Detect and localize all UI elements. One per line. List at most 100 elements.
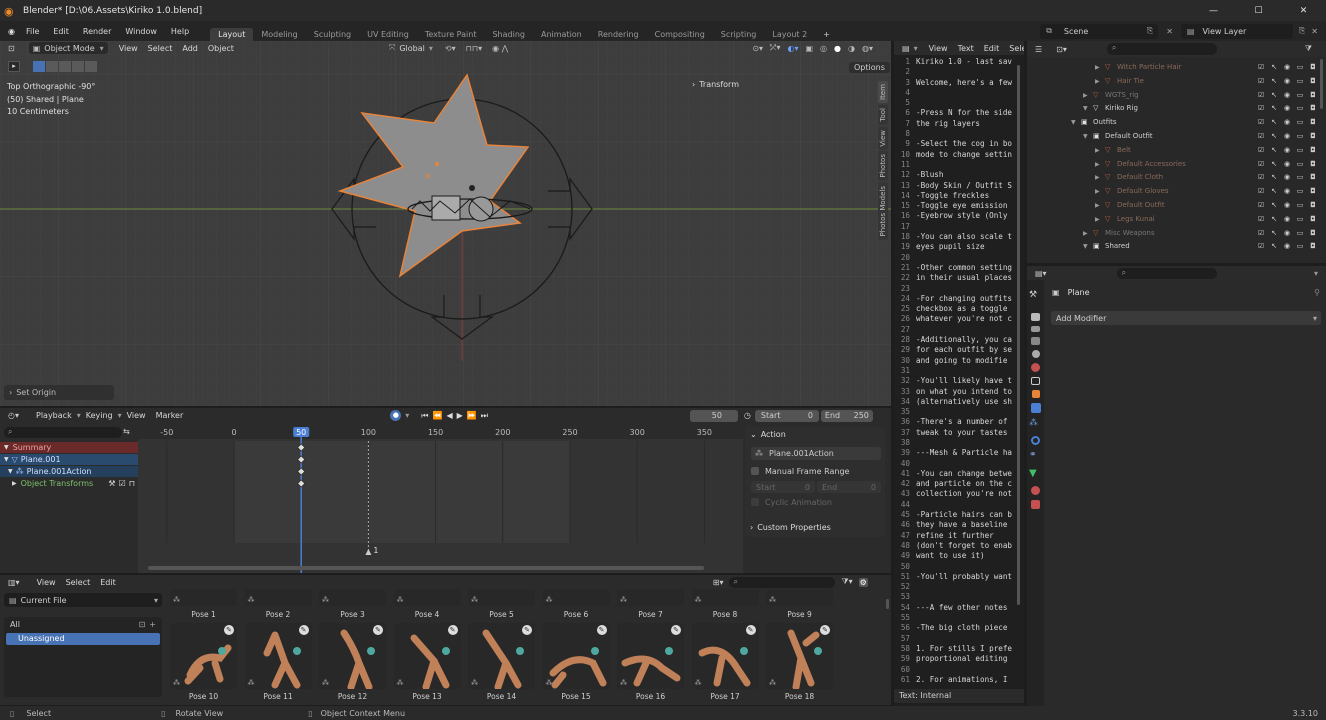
view-layer-tab-icon[interactable] xyxy=(1031,337,1040,345)
minimize-button[interactable]: — xyxy=(1191,6,1236,16)
action-panel-header[interactable]: ⌄ Action xyxy=(745,427,885,441)
expand-icon[interactable]: ▼ xyxy=(1083,130,1093,144)
selection-modes[interactable] xyxy=(33,61,97,72)
overlay-icon[interactable]: ◐▾ xyxy=(787,44,798,53)
new-scene-icon[interactable]: ⎘ xyxy=(1147,26,1153,36)
text-line[interactable]: 52 xyxy=(894,582,1020,592)
camera-icon[interactable]: ◘ xyxy=(1309,102,1317,116)
checkbox-icon[interactable]: ☑ xyxy=(1257,213,1265,227)
expand-icon[interactable]: ▶ xyxy=(1083,89,1093,103)
physics-tab-icon[interactable] xyxy=(1031,436,1040,445)
pose-thumbnail[interactable]: ✎ ⁂ xyxy=(393,623,461,691)
sidebar-tab-photos-models[interactable]: Photos Models xyxy=(878,182,888,240)
eye-icon[interactable]: ◉ xyxy=(1283,61,1291,75)
expand-icon[interactable]: ▼ xyxy=(1083,240,1093,254)
eye-icon[interactable]: ◉ xyxy=(1283,185,1291,199)
next-keyframe-icon[interactable]: ⏩ xyxy=(467,411,477,420)
modifier-tab-icon[interactable] xyxy=(1030,403,1041,413)
edit-icon[interactable]: ✎ xyxy=(820,625,830,635)
chevron-down-icon[interactable]: ▾ xyxy=(1314,269,1318,278)
pose-thumbnail[interactable]: ⁂ xyxy=(691,589,759,606)
text-line[interactable]: 24 -For changing outfits xyxy=(894,294,1020,304)
text-line[interactable]: 45 -Particle hairs can b xyxy=(894,510,1020,520)
edit-icon[interactable]: ✎ xyxy=(671,625,681,635)
camera-icon[interactable]: ◘ xyxy=(1309,144,1317,158)
tab-shading[interactable]: Shading xyxy=(484,28,533,41)
snap-icon[interactable]: ⊓⊓▾ xyxy=(466,44,483,53)
viewport-menu-object[interactable]: Object xyxy=(203,43,239,54)
pose-thumbnail[interactable]: ✎ ⁂ xyxy=(244,623,312,689)
camera-icon[interactable]: ◘ xyxy=(1309,185,1317,199)
menu-render[interactable]: Render xyxy=(76,27,118,36)
eye-icon[interactable]: ◉ xyxy=(1283,199,1291,213)
edit-icon[interactable]: ✎ xyxy=(298,625,309,635)
outliner-scrollbar[interactable] xyxy=(1320,59,1323,109)
catalog-unassigned[interactable]: Unassigned xyxy=(6,633,160,645)
select-arrow-icon[interactable]: ↖ xyxy=(1270,213,1278,227)
text-line[interactable]: 55 xyxy=(894,613,1020,623)
editor-type-icon[interactable]: ▥▾ xyxy=(8,578,20,587)
monitor-icon[interactable]: ▭ xyxy=(1296,61,1304,75)
checkbox-icon[interactable]: ☑ xyxy=(119,478,126,489)
monitor-icon[interactable]: ▭ xyxy=(1296,89,1304,103)
text-line[interactable]: 28 -Additionally, you ca xyxy=(894,335,1020,345)
text-line[interactable]: 11 xyxy=(894,160,1020,170)
eye-icon[interactable]: ◉ xyxy=(1283,75,1291,89)
select-arrow-icon[interactable]: ↖ xyxy=(1270,199,1278,213)
properties-editor[interactable]: ▤▾ ⌕ ▾ ⚒ ⁂ ⚭ ▼ ▣ Plane ⚲ Add Modifier ▾ xyxy=(1027,266,1326,706)
library-selector[interactable]: ▤ Current File ▾ xyxy=(4,593,162,607)
text-line[interactable]: 33 on what you intend to xyxy=(894,387,1020,397)
output-tab-icon[interactable] xyxy=(1031,326,1040,332)
text-line[interactable]: 26 whatever you're not c xyxy=(894,314,1020,324)
outliner-search[interactable]: ⌕ xyxy=(1106,43,1217,55)
timeline-menu-view[interactable]: View xyxy=(122,410,151,421)
text-line[interactable]: 25 checkbox as a toggle xyxy=(894,304,1020,314)
text-line[interactable]: 2 xyxy=(894,67,1020,77)
expand-icon[interactable]: ▶ xyxy=(1095,75,1105,89)
text-line[interactable]: 53 xyxy=(894,592,1020,602)
text-line[interactable]: 41 -You can change betwe xyxy=(894,469,1020,479)
material-shading-icon[interactable]: ◑ xyxy=(848,44,855,53)
select-arrow-icon[interactable]: ↖ xyxy=(1270,227,1278,241)
current-frame-field[interactable]: 50 xyxy=(689,409,738,422)
text-line[interactable]: 47 refine it further xyxy=(894,531,1020,541)
text-line[interactable]: 54 ---A few other notes xyxy=(894,603,1020,613)
editor-type-icon[interactable]: ◴▾ xyxy=(8,411,19,420)
text-line[interactable]: 12 -Blush xyxy=(894,170,1020,180)
checkbox-icon[interactable]: ☑ xyxy=(1257,240,1265,254)
eye-icon[interactable]: ◉ xyxy=(1283,213,1291,227)
checkbox-icon[interactable]: ☑ xyxy=(1257,185,1265,199)
view-layer-selector[interactable]: ▤ View Layer xyxy=(1180,23,1293,39)
text-line[interactable]: 49 want to use it) xyxy=(894,551,1020,561)
monitor-icon[interactable]: ▭ xyxy=(1296,199,1304,213)
tab-animation[interactable]: Animation xyxy=(533,28,590,41)
outliner-row[interactable]: ▶ ▽ Default Gloves ☑ ↖ ◉ ▭ ◘ xyxy=(1027,185,1326,199)
select-arrow-icon[interactable]: ↖ xyxy=(1270,102,1278,116)
visibility-icon[interactable]: ⊙▾ xyxy=(752,44,763,53)
text-line[interactable]: 13 -Body Skin / Outfit S xyxy=(894,181,1020,191)
tab-modeling[interactable]: Modeling xyxy=(253,28,305,41)
orientation-selector[interactable]: ⤧ Global ▾ xyxy=(389,43,433,53)
tab-rendering[interactable]: Rendering xyxy=(590,28,647,41)
text-line[interactable]: 34 (alternatively use sh xyxy=(894,397,1020,407)
mode-selector[interactable]: ▣ Object Mode ▾ xyxy=(28,42,108,54)
play-icon[interactable]: ▶ xyxy=(457,411,463,420)
text-line[interactable]: 3 Welcome, here's a few xyxy=(894,78,1020,88)
catalog-filter-icon[interactable]: ⊡ xyxy=(139,619,146,631)
proportional-edit-icon[interactable]: ◉ ⋀ xyxy=(492,44,508,53)
edit-icon[interactable]: ✎ xyxy=(447,625,458,635)
camera-icon[interactable]: ◘ xyxy=(1309,116,1317,130)
text-line[interactable]: 42 and particle on the c xyxy=(894,479,1020,489)
editor-type-icon[interactable]: ⊡ xyxy=(8,44,15,53)
camera-icon[interactable]: ◘ xyxy=(1309,227,1317,241)
text-line[interactable]: 44 xyxy=(894,500,1020,510)
tab-compositing[interactable]: Compositing xyxy=(647,28,713,41)
tab-uv-editing[interactable]: UV Editing xyxy=(359,28,417,41)
properties-search[interactable]: ⌕ xyxy=(1116,267,1217,279)
eye-icon[interactable]: ◉ xyxy=(1283,144,1291,158)
camera-icon[interactable]: ◘ xyxy=(1309,213,1317,227)
remove-scene-icon[interactable]: ✕ xyxy=(1166,27,1173,36)
editor-type-icon[interactable]: ▤ xyxy=(902,44,910,53)
select-arrow-icon[interactable]: ↖ xyxy=(1270,185,1278,199)
text-line[interactable]: 17 xyxy=(894,222,1020,232)
